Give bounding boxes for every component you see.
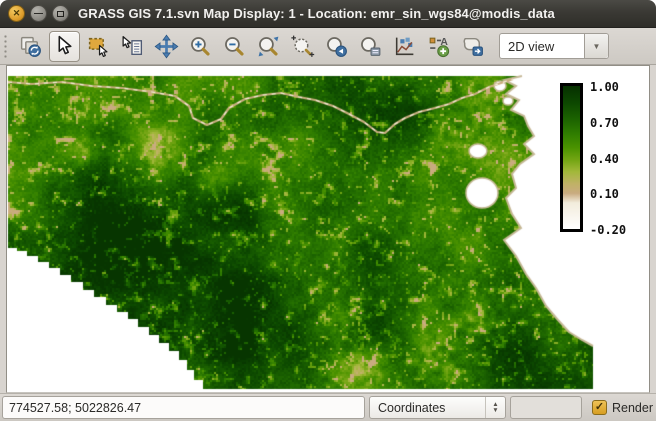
map-display-frame: 1.00 0.70 0.40 0.10 -0.20: [0, 65, 656, 393]
zoom-extent-icon: [256, 34, 281, 59]
zoom-back-icon: [324, 34, 349, 59]
minimize-button[interactable]: —: [30, 5, 47, 22]
legend-label: 0.10: [590, 187, 650, 201]
maximize-icon: [57, 11, 64, 17]
select-icon: [86, 34, 111, 59]
map-toolbar: A 2D view ▼: [0, 28, 656, 65]
zoom-menu-icon: [358, 34, 383, 59]
statusbar-mode-select[interactable]: Coordinates ▲▼: [369, 396, 506, 419]
legend-label: -0.20: [590, 223, 650, 237]
toolbar-analyze-button[interactable]: [389, 31, 420, 62]
render-checkbox-label: Render: [612, 401, 653, 415]
pan-icon: [154, 34, 179, 59]
add-overlay-icon: A: [426, 34, 451, 59]
query-icon: [120, 34, 145, 59]
print-map-icon: [460, 34, 485, 59]
toolbar-zoom-back-button[interactable]: [321, 31, 352, 62]
legend-label: 0.40: [590, 152, 650, 166]
toolbar-pointer-button[interactable]: [49, 31, 80, 62]
toolbar-zoom-menu-button[interactable]: [355, 31, 386, 62]
map-display-area[interactable]: 1.00 0.70 0.40 0.10 -0.20: [6, 65, 650, 393]
toolbar-print-map-button[interactable]: [457, 31, 488, 62]
zoom-region-icon: [290, 34, 315, 59]
view-mode-select[interactable]: 2D view ▼: [499, 33, 609, 59]
toolbar-buttons: A: [15, 31, 488, 62]
spinner-arrows-icon[interactable]: ▲▼: [485, 397, 505, 418]
toolbar-select-button[interactable]: [83, 31, 114, 62]
statusbar-progress-panel: [510, 396, 582, 419]
analyze-icon: [392, 34, 417, 59]
toolbar-pan-button[interactable]: [151, 31, 182, 62]
toolbar-grip-handle[interactable]: [2, 33, 9, 59]
toolbar-add-overlay-button[interactable]: A: [423, 31, 454, 62]
maximize-button[interactable]: [52, 5, 69, 22]
render-option: ✓ Render: [592, 400, 656, 415]
legend-color-bar: [560, 83, 583, 232]
toolbar-render-map-button[interactable]: [15, 31, 46, 62]
statusbar-mode-value: Coordinates: [378, 401, 445, 415]
statusbar: 774527.58; 5022826.47 Coordinates ▲▼ ✓ R…: [0, 393, 656, 421]
coordinates-display: 774527.58; 5022826.47: [2, 396, 365, 419]
legend-label: 0.70: [590, 116, 650, 130]
render-map-icon: [18, 34, 43, 59]
titlebar: ✕ — GRASS GIS 7.1.svn Map Display: 1 - L…: [0, 0, 656, 28]
legend-label: 1.00: [590, 80, 650, 94]
chevron-down-icon[interactable]: ▼: [584, 34, 608, 58]
grass-map-display-window: ✕ — GRASS GIS 7.1.svn Map Display: 1 - L…: [0, 0, 656, 421]
map-legend[interactable]: 1.00 0.70 0.40 0.10 -0.20: [560, 83, 650, 235]
view-mode-value: 2D view: [508, 39, 554, 54]
window-title: GRASS GIS 7.1.svn Map Display: 1 - Locat…: [78, 6, 555, 21]
ndvi-raster-map[interactable]: [7, 66, 649, 392]
pointer-icon: [52, 34, 77, 59]
close-button[interactable]: ✕: [8, 5, 25, 22]
toolbar-query-button[interactable]: [117, 31, 148, 62]
toolbar-zoom-extent-button[interactable]: [253, 31, 284, 62]
toolbar-zoom-in-button[interactable]: [185, 31, 216, 62]
zoom-out-icon: [222, 34, 247, 59]
render-checkbox[interactable]: ✓: [592, 400, 607, 415]
zoom-in-icon: [188, 34, 213, 59]
toolbar-zoom-region-button[interactable]: [287, 31, 318, 62]
coordinates-value: 774527.58; 5022826.47: [9, 401, 141, 415]
toolbar-zoom-out-button[interactable]: [219, 31, 250, 62]
